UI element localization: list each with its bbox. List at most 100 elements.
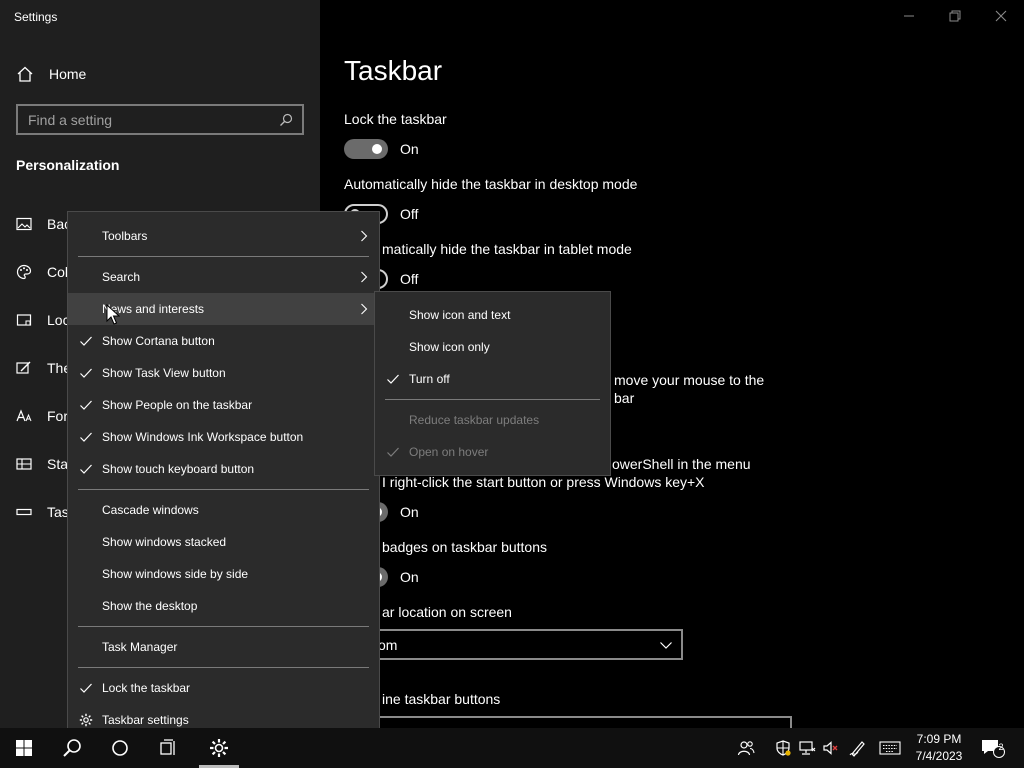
toggle-state: On [400, 141, 419, 157]
cortana-button[interactable] [96, 728, 144, 768]
chevron-right-icon [361, 230, 368, 242]
sidebar-item-colors[interactable]: Col [16, 262, 68, 282]
menu-item-windows-stacked[interactable]: Show windows stacked [68, 526, 379, 558]
gear-icon [79, 713, 93, 727]
menu-item-task-manager[interactable]: Task Manager [68, 631, 379, 663]
restore-icon [949, 10, 961, 22]
menu-item-label: Task Manager [102, 640, 178, 654]
people-icon [737, 741, 755, 756]
menu-item-search[interactable]: Search [68, 261, 379, 293]
taskbar-context-menu: Toolbars Search News and interests Show … [67, 211, 380, 745]
menu-item-windows-side-by-side[interactable]: Show windows side by side [68, 558, 379, 590]
sidebar-item-label: For [47, 408, 68, 424]
taskbar-search-button[interactable] [48, 728, 96, 768]
search-icon [280, 113, 293, 126]
notification-count-badge: 2 [998, 742, 1004, 752]
lock-screen-icon [16, 314, 32, 326]
menu-item-show-task-view[interactable]: Show Task View button [68, 357, 379, 389]
taskbar-clock[interactable]: 7:09 PM 7/4/2023 [906, 731, 972, 765]
app-title: Settings [14, 10, 58, 24]
checkmark-icon [80, 368, 92, 378]
start-grid-icon [16, 458, 32, 470]
sidebar-item-label: Sta [47, 456, 69, 472]
sidebar-item-fonts[interactable]: For [16, 406, 68, 426]
menu-separator [78, 667, 369, 668]
close-button[interactable] [978, 0, 1024, 32]
location-label: ar location on screen [382, 604, 512, 620]
pen-icon [849, 741, 865, 757]
pen-workspace-button[interactable] [846, 728, 870, 768]
submenu-item-label: Reduce taskbar updates [409, 413, 540, 427]
menu-separator [385, 399, 600, 400]
menu-item-label: Show Cortana button [102, 334, 215, 348]
action-center-button[interactable]: 2 [978, 728, 1008, 768]
menu-item-lock-taskbar[interactable]: Lock the taskbar [68, 672, 379, 704]
checkmark-icon [80, 400, 92, 410]
start-button[interactable] [0, 728, 48, 768]
submenu-item-open-on-hover: Open on hover [375, 436, 610, 468]
powershell-label-line1: owerShell in the menu [612, 456, 751, 472]
people-button[interactable] [734, 728, 758, 768]
sidebar-item-label: Tas [47, 504, 69, 520]
restore-button[interactable] [932, 0, 978, 32]
toggle-state: On [400, 569, 419, 585]
lock-taskbar-toggle-row[interactable]: On [344, 138, 419, 160]
task-view-icon [160, 739, 175, 755]
find-setting-input[interactable]: Find a setting [16, 104, 304, 135]
sidebar-item-lock-screen[interactable]: Loc [16, 310, 70, 330]
touch-keyboard-button[interactable] [876, 728, 904, 768]
taskbar: 2 [0, 728, 1024, 768]
home-nav-item[interactable]: Home [16, 63, 86, 85]
submenu-item-show-icon-and-text[interactable]: Show icon and text [375, 299, 610, 331]
task-view-button[interactable] [144, 728, 192, 768]
sidebar-item-taskbar[interactable]: Tas [16, 502, 69, 522]
menu-item-toolbars[interactable]: Toolbars [68, 220, 379, 252]
menu-item-label: Cascade windows [102, 503, 199, 517]
chevron-right-icon [361, 271, 368, 283]
toggle-state: Off [400, 206, 419, 222]
menu-item-show-cortana[interactable]: Show Cortana button [68, 325, 379, 357]
sidebar-item-start[interactable]: Sta [16, 454, 68, 474]
submenu-item-label: Show icon and text [409, 308, 511, 322]
news-interests-submenu: Show icon and text Show icon only Turn o… [374, 291, 611, 476]
menu-item-label: Taskbar settings [102, 713, 189, 727]
menu-item-label: Show Task View button [102, 366, 226, 380]
sidebar-item-label: Col [47, 264, 69, 280]
checkmark-icon [80, 683, 92, 693]
page-title: Taskbar [344, 55, 443, 86]
sidebar-item-background[interactable]: Bac [16, 214, 71, 234]
menu-item-label: Lock the taskbar [102, 681, 191, 695]
defender-tray-button[interactable] [771, 728, 795, 768]
section-title: Personalization [16, 157, 120, 173]
taskbar-settings-app[interactable] [196, 728, 242, 768]
menu-item-cascade-windows[interactable]: Cascade windows [68, 494, 379, 526]
dropdown-value: om [378, 636, 398, 653]
submenu-item-label: Open on hover [409, 445, 489, 459]
network-tray-button[interactable] [795, 728, 819, 768]
lock-taskbar-label: Lock the taskbar [344, 111, 447, 127]
powershell-label-line2: I right-click the start button or press … [382, 474, 705, 490]
menu-item-label: Show windows side by side [102, 567, 249, 581]
menu-item-show-ink-workspace[interactable]: Show Windows Ink Workspace button [68, 421, 379, 453]
minimize-icon [904, 15, 914, 17]
menu-item-label: Show windows stacked [102, 535, 227, 549]
sidebar-item-themes[interactable]: The [16, 358, 71, 378]
lock-taskbar-toggle[interactable] [344, 139, 388, 159]
volume-tray-button[interactable] [819, 728, 843, 768]
toggle-state: On [400, 504, 419, 520]
menu-separator [78, 489, 369, 490]
search-placeholder: Find a setting [28, 111, 113, 128]
submenu-item-reduce-updates: Reduce taskbar updates [375, 404, 610, 436]
menu-item-show-touch-keyboard[interactable]: Show touch keyboard button [68, 453, 379, 485]
submenu-item-label: Turn off [409, 372, 450, 386]
submenu-item-show-icon-only[interactable]: Show icon only [375, 331, 610, 363]
defender-icon [776, 740, 791, 756]
close-icon [995, 10, 1007, 22]
taskbar-location-dropdown[interactable]: om [344, 629, 683, 660]
palette-icon [16, 264, 32, 280]
menu-item-show-desktop[interactable]: Show the desktop [68, 590, 379, 622]
submenu-item-turn-off[interactable]: Turn off [375, 363, 610, 395]
menu-item-show-people[interactable]: Show People on the taskbar [68, 389, 379, 421]
home-label: Home [49, 66, 87, 82]
minimize-button[interactable] [886, 0, 932, 32]
